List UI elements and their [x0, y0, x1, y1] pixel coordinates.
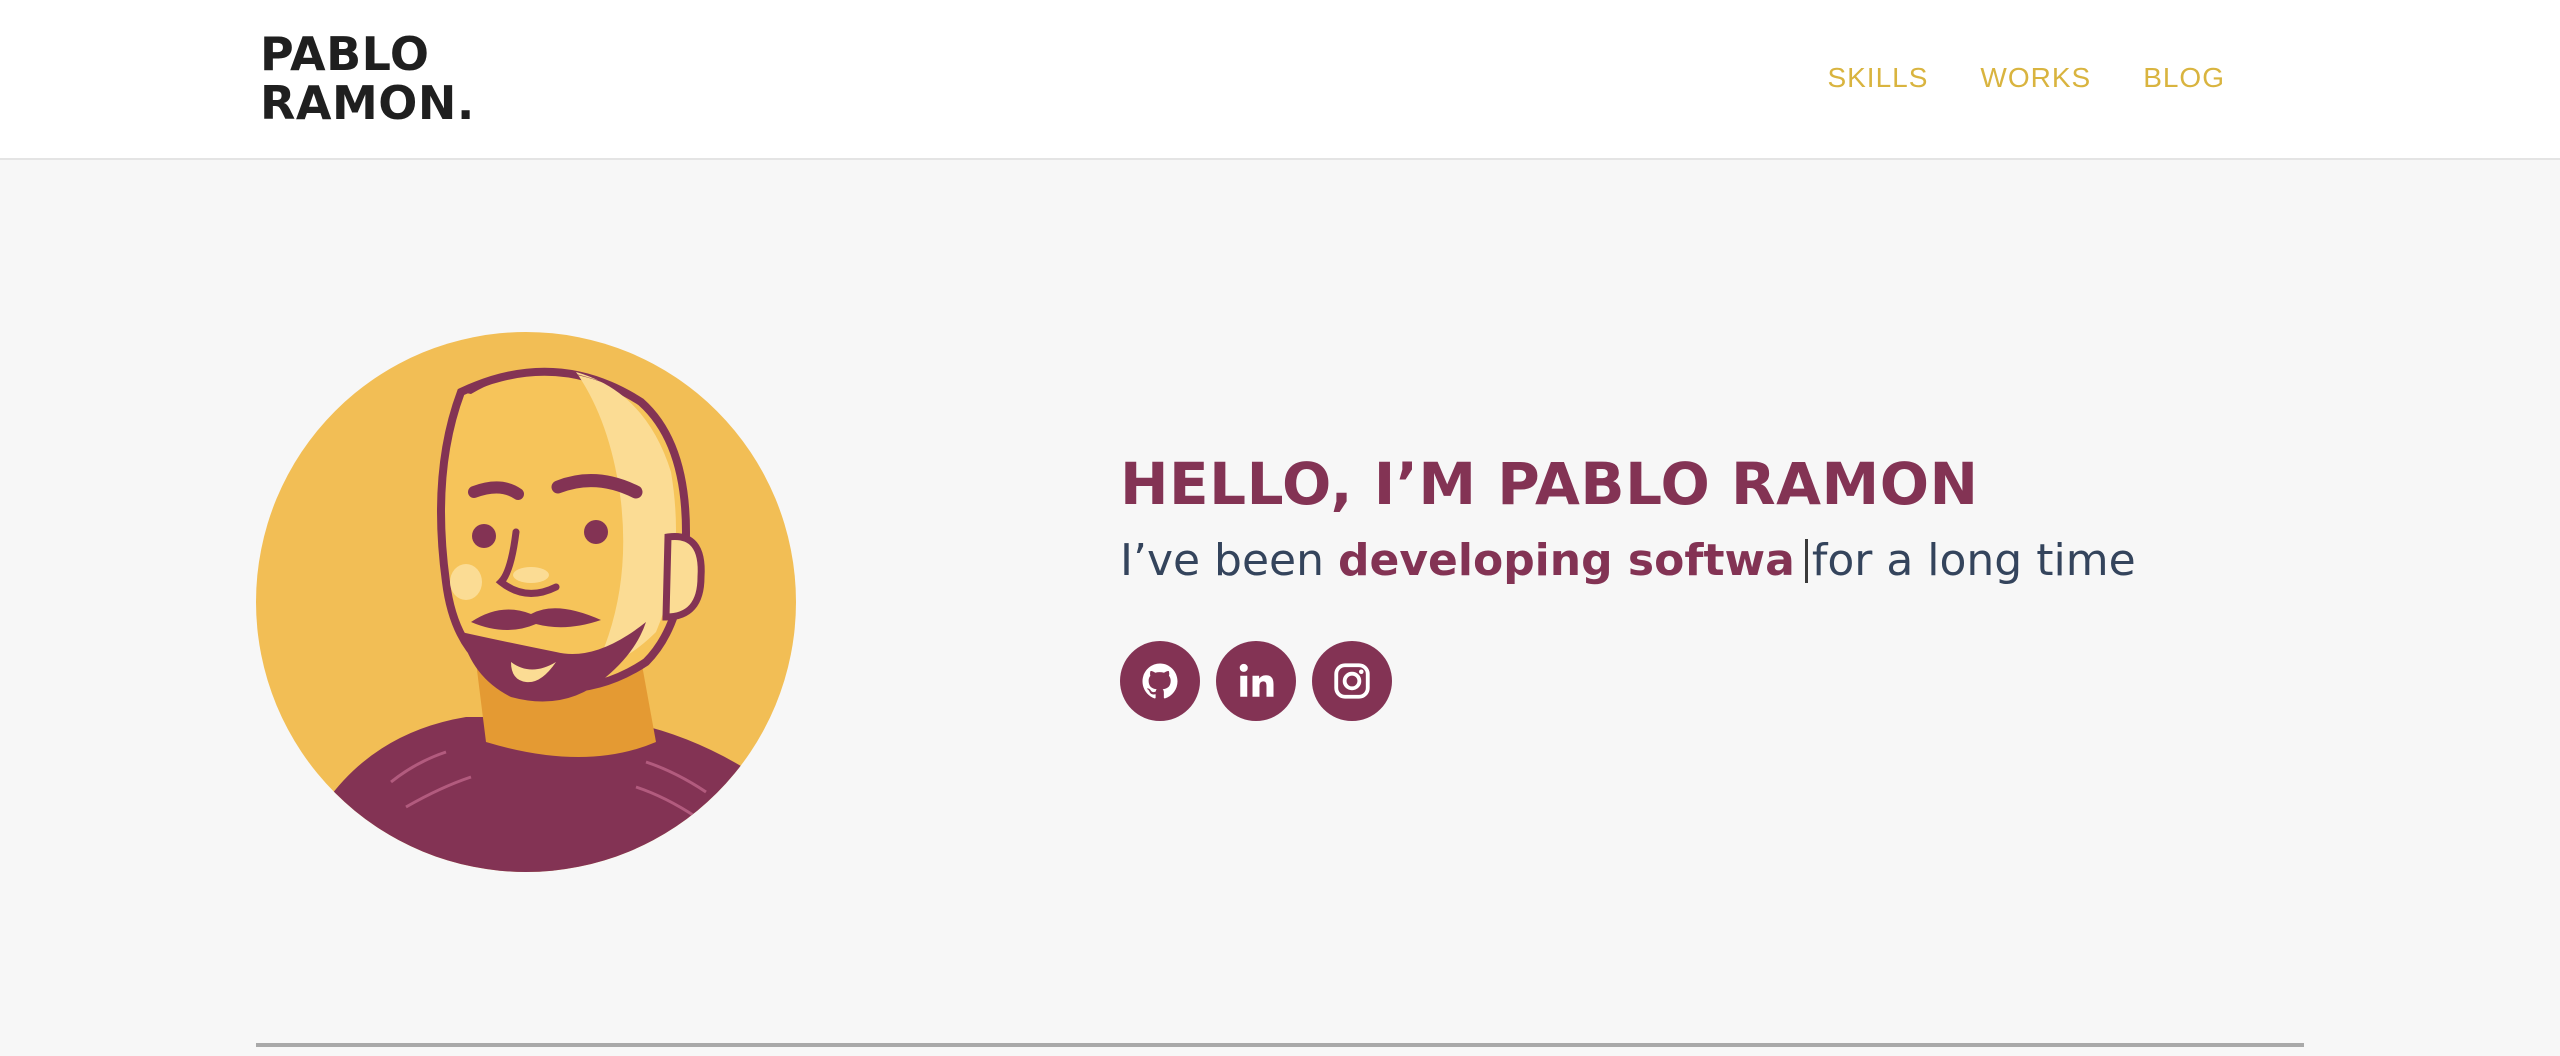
tagline-typing-text: developing softwa — [1338, 535, 1795, 586]
github-button[interactable] — [1120, 641, 1200, 721]
section-divider — [256, 1043, 2304, 1047]
linkedin-button[interactable] — [1216, 641, 1296, 721]
instagram-icon — [1334, 663, 1370, 699]
typing-cursor — [1804, 539, 1808, 583]
tagline-prefix: I’ve been — [1120, 535, 1339, 586]
nav-link-skills[interactable]: SKILLS — [1827, 62, 1928, 94]
avatar-illustration — [256, 332, 796, 872]
main-nav: SKILLS WORKS BLOG — [1827, 62, 2225, 94]
nav-link-blog[interactable]: BLOG — [2143, 62, 2225, 94]
instagram-button[interactable] — [1312, 641, 1392, 721]
site-logo[interactable]: PABLO RAMON. — [260, 30, 475, 128]
logo-line-2: RAMON. — [260, 76, 475, 130]
logo-line-1: PABLO — [260, 27, 430, 81]
social-links — [1120, 641, 1392, 721]
linkedin-icon — [1239, 663, 1274, 697]
github-icon — [1142, 663, 1178, 699]
hero-tagline: I’ve been developing softwa for a long ti… — [1120, 535, 2136, 586]
top-bar: PABLO RAMON. SKILLS WORKS BLOG — [0, 0, 2560, 160]
nav-link-works[interactable]: WORKS — [1980, 62, 2091, 94]
hero-headline: HELLO, I’M PABLO RAMON — [1120, 450, 1979, 518]
tagline-suffix: for a long time — [1811, 535, 2136, 586]
